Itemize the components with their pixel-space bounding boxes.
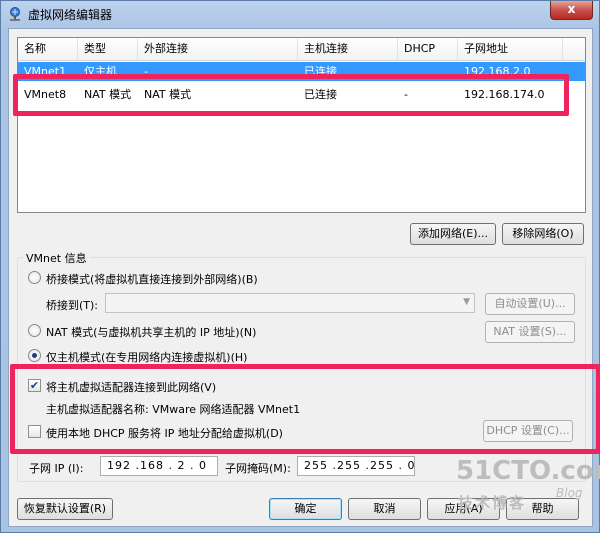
cell-host: 已连接 (304, 65, 337, 78)
cell-external: - (144, 65, 148, 78)
network-app-icon (10, 7, 20, 21)
window-title: 虚拟网络编辑器 (28, 8, 113, 22)
network-list[interactable]: 名称 类型 外部连接 主机连接 DHCP 子网地址 VMnet1 仅主机 - 已… (17, 37, 586, 213)
adapter-name-label: 主机虚拟适配器名称: VMware 网络适配器 VMnet1 (46, 403, 301, 416)
column-dhcp[interactable]: DHCP (398, 38, 458, 60)
subnet-ip-input[interactable]: 192 .168 . 2 . 0 (100, 456, 218, 476)
chevron-down-icon: ▼ (463, 297, 470, 307)
column-external[interactable]: 外部连接 (138, 38, 298, 60)
remove-network-button[interactable]: 移除网络(O) (502, 223, 584, 245)
nat-settings-button[interactable]: NAT 设置(S)... (485, 321, 575, 343)
title-bar[interactable]: 虚拟网络编辑器 x (1, 1, 599, 27)
cell-subnet: 192.168.174.0 (464, 88, 545, 101)
apply-button[interactable]: 应用(A) (427, 498, 500, 520)
connect-adapter-checkbox[interactable]: ✔ (28, 379, 41, 392)
column-host[interactable]: 主机连接 (298, 38, 398, 60)
bridged-mode-label[interactable]: 桥接模式(将虚拟机直接连接到外部网络)(B) (46, 271, 258, 287)
cell-dhcp (398, 62, 458, 81)
cell-subnet: 192.168.2.0 (464, 65, 531, 78)
cell-name: VMnet8 (24, 88, 67, 101)
vmnet-info-group (17, 257, 586, 482)
cell-external: NAT 模式 (144, 88, 192, 101)
subnet-ip-label: 子网 IP (I): (29, 462, 84, 475)
subnet-mask-input[interactable]: 255 .255 .255 . 0 (297, 456, 415, 476)
bridged-mode-radio[interactable] (28, 271, 41, 284)
dialog-client-area: 名称 类型 外部连接 主机连接 DHCP 子网地址 VMnet1 仅主机 - 已… (8, 28, 600, 527)
add-network-button[interactable]: 添加网络(E)... (410, 223, 496, 245)
column-subnet[interactable]: 子网地址 (458, 38, 563, 60)
cell-name: VMnet1 (24, 65, 67, 78)
nat-mode-label[interactable]: NAT 模式(与虚拟机共享主机的 IP 地址)(N) (46, 324, 256, 340)
subnet-mask-label: 子网掩码(M): (225, 462, 291, 475)
connect-adapter-label[interactable]: 将主机虚拟适配器连接到此网络(V) (46, 379, 216, 395)
dhcp-settings-button[interactable]: DHCP 设置(C)... (483, 420, 573, 442)
help-button[interactable]: 帮助 (506, 498, 579, 520)
bridged-to-select[interactable]: ▼ (105, 293, 475, 313)
nat-mode-radio[interactable] (28, 324, 41, 337)
vmnet-info-label: VMnet 信息 (23, 250, 90, 266)
ok-button[interactable]: 确定 (269, 498, 342, 520)
list-row-vmnet1[interactable]: VMnet1 仅主机 - 已连接 192.168.2.0 (18, 62, 585, 81)
cancel-button[interactable]: 取消 (348, 498, 421, 520)
cell-dhcp: - (404, 88, 408, 101)
virtual-network-editor-window: 虚拟网络编辑器 x 名称 类型 外部连接 主机连接 DHCP 子网地址 VMne… (0, 0, 600, 533)
restore-defaults-button[interactable]: 恢复默认设置(R) (17, 498, 113, 520)
list-header: 名称 类型 外部连接 主机连接 DHCP 子网地址 (18, 38, 585, 61)
auto-settings-button[interactable]: 自动设置(U)... (485, 293, 575, 315)
bridged-to-label: 桥接到(T): (46, 299, 99, 312)
hostonly-mode-radio[interactable] (28, 349, 41, 362)
column-type[interactable]: 类型 (78, 38, 138, 60)
cell-host: 已连接 (304, 88, 337, 101)
cell-type: NAT 模式 (84, 88, 132, 101)
column-name[interactable]: 名称 (18, 38, 78, 60)
use-dhcp-label[interactable]: 使用本地 DHCP 服务将 IP 地址分配给虚拟机(D) (46, 425, 283, 441)
list-row-vmnet8[interactable]: VMnet8 NAT 模式 NAT 模式 已连接 - 192.168.174.0 (18, 82, 585, 108)
close-button[interactable]: x (550, 1, 593, 20)
cell-type: 仅主机 (84, 65, 117, 78)
hostonly-mode-label[interactable]: 仅主机模式(在专用网络内连接虚拟机)(H) (46, 349, 247, 365)
use-dhcp-checkbox[interactable] (28, 425, 41, 438)
